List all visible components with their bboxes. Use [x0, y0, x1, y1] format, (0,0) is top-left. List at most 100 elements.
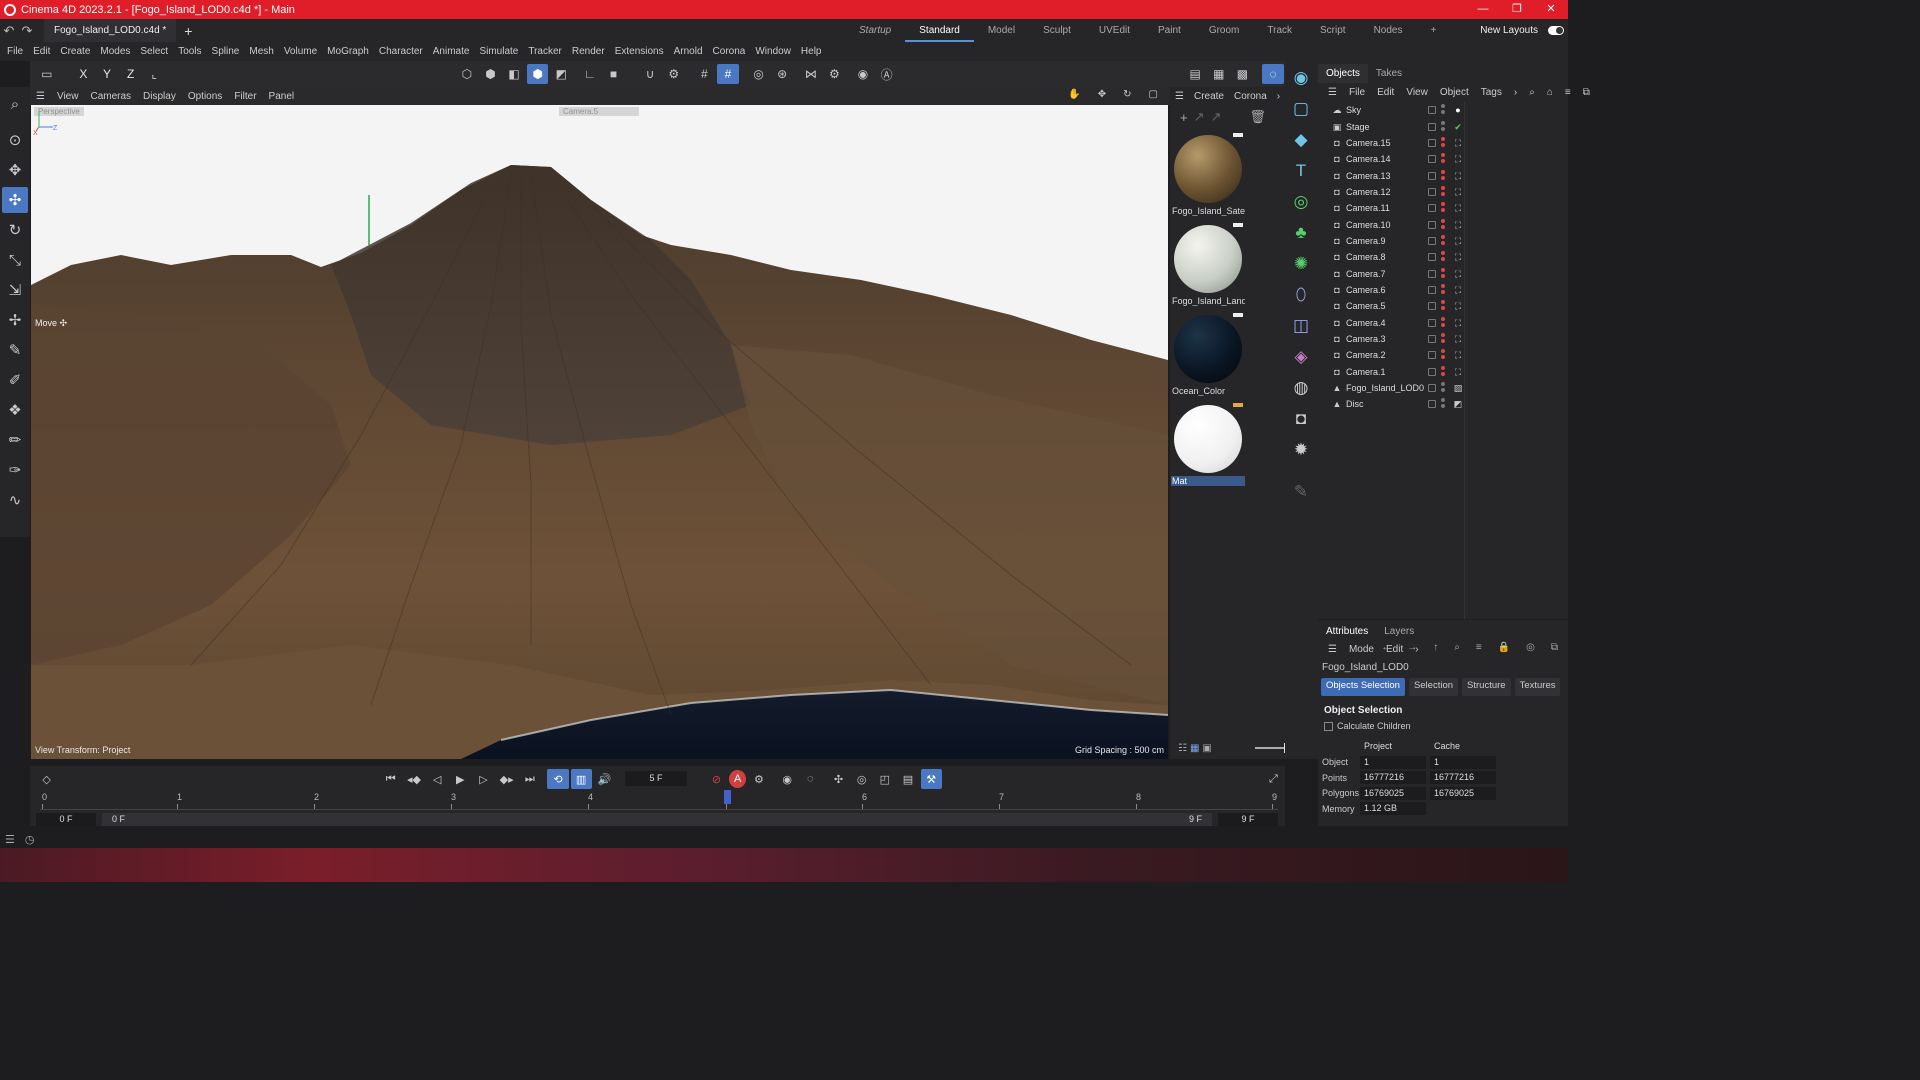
camera-tag-icon[interactable]: ⛶ [1453, 203, 1463, 213]
chevron-right-icon[interactable]: › [1508, 87, 1523, 98]
camera-tag-icon[interactable]: ⛶ [1453, 187, 1463, 197]
timeline-graph-icon[interactable]: ⤢ [1263, 769, 1284, 789]
start-frame-field[interactable]: 0 F [36, 812, 96, 826]
grid-view-icon[interactable]: ▦ [1190, 743, 1199, 754]
play-icon[interactable]: ▶ [450, 769, 471, 789]
visibility-dots-icon[interactable] [1441, 332, 1445, 345]
menu-render[interactable]: Render [567, 46, 610, 57]
end-frame-field[interactable]: 9 F [1218, 812, 1278, 826]
back-arrow-icon[interactable]: ← [1375, 642, 1397, 653]
filter-icon[interactable]: ≡ [1559, 87, 1577, 98]
viewport-menu-cameras[interactable]: Cameras [84, 91, 137, 102]
magnet-icon[interactable]: ∪ [639, 64, 661, 84]
playback-rate-icon[interactable]: ▥ [570, 769, 592, 789]
subdivision-icon[interactable]: ◎ [1287, 188, 1315, 216]
delete-material-icon[interactable]: 🗑 [1249, 109, 1266, 125]
camera-tag-icon[interactable]: ⛶ [1453, 334, 1463, 344]
object-row[interactable]: ◘ Camera.2 ⛶ [1318, 347, 1568, 363]
visibility-dots-icon[interactable] [1441, 365, 1445, 378]
workplane-icon[interactable]: ◎ [748, 64, 770, 84]
environment-icon[interactable]: ◈ [1287, 343, 1315, 371]
menu-tools[interactable]: Tools [173, 46, 206, 57]
camera-object-icon[interactable]: ◘ [1287, 405, 1315, 433]
frame-range-slider[interactable]: 0 F 9 F [102, 812, 1212, 826]
new-document-button[interactable]: + [184, 23, 192, 39]
objects-menu-view[interactable]: View [1400, 87, 1434, 98]
object-row[interactable]: ◘ Camera.10 ⛶ [1318, 216, 1568, 232]
layer-toggle-icon[interactable] [1428, 187, 1436, 196]
calculate-children-checkbox[interactable]: Calculate Children [1318, 716, 1568, 731]
cube-primitive-icon[interactable]: ◆ [1287, 126, 1315, 154]
layer-toggle-icon[interactable] [1428, 285, 1436, 294]
next-key-icon[interactable]: ◆▸ [496, 769, 517, 789]
spline-pen-icon[interactable]: ✎ [2, 337, 28, 363]
polygons-mode-icon[interactable]: ◧ [503, 64, 525, 84]
menu-modes[interactable]: Modes [95, 46, 135, 57]
material-menu-corona[interactable]: Corona [1229, 91, 1272, 102]
subtab-selection[interactable]: Selection [1408, 678, 1459, 696]
edit-icon[interactable]: ✎ [1287, 478, 1315, 506]
objects-menu-edit[interactable]: Edit [1371, 87, 1400, 98]
locked-workplane-icon[interactable]: ⊛ [771, 64, 793, 84]
viewport-solo-icon[interactable]: ◉ [852, 64, 874, 84]
spline-smooth-icon[interactable]: ∿ [2, 487, 28, 513]
previous-key-icon[interactable]: ◂◆ [403, 769, 424, 789]
key-pla-icon[interactable]: ◰ [874, 769, 895, 789]
visibility-dots-icon[interactable] [1441, 398, 1445, 410]
layer-toggle-icon[interactable] [1428, 269, 1436, 278]
points-mode-icon[interactable]: ⬡ [456, 64, 478, 84]
object-row[interactable]: ▣ Stage ✔ [1318, 118, 1568, 134]
redo-icon[interactable]: ↷ [18, 23, 36, 39]
layout-tab-track[interactable]: Track [1253, 19, 1306, 42]
uv-mode-icon[interactable]: ◩ [550, 64, 572, 84]
light-object-icon[interactable]: ✹ [1287, 436, 1315, 464]
menu-mesh[interactable]: Mesh [244, 46, 278, 57]
effector-icon[interactable]: ✺ [1287, 250, 1315, 278]
viewport-menu-view[interactable]: View [51, 91, 85, 102]
camera-tag-icon[interactable]: ⛶ [1453, 252, 1463, 262]
camera-tag-icon[interactable]: ⛶ [1453, 301, 1463, 311]
brush-icon[interactable]: ✏ [2, 427, 28, 453]
menu-extensions[interactable]: Extensions [610, 46, 669, 57]
deformer-icon[interactable]: ⬯ [1287, 281, 1315, 309]
subtab-textures[interactable]: Textures [1514, 678, 1561, 696]
object-row[interactable]: ◘ Camera.9 ⛶ [1318, 233, 1568, 249]
menu-arnold[interactable]: Arnold [669, 46, 708, 57]
material-swatch[interactable]: Mat [1171, 402, 1245, 490]
layer-toggle-icon[interactable] [1428, 122, 1436, 131]
paint-brush-icon[interactable]: ❖ [2, 397, 28, 423]
texture-tag-icon[interactable]: ◩ [1453, 399, 1463, 409]
menu-create[interactable]: Create [55, 46, 95, 57]
list-view-icon[interactable]: ☷ [1178, 743, 1187, 754]
object-row[interactable]: ◘ Camera.15 ⛶ [1318, 135, 1568, 151]
tweak-tool-icon[interactable]: ✥ [2, 157, 28, 183]
large-view-icon[interactable]: ▣ [1202, 743, 1211, 754]
filter-icon[interactable]: ≡ [1470, 642, 1488, 653]
objects-menu-tags[interactable]: Tags [1475, 87, 1508, 98]
layer-toggle-icon[interactable] [1428, 155, 1436, 164]
maximize-view-icon[interactable]: ▢ [1143, 89, 1164, 100]
visibility-dots-icon[interactable] [1441, 283, 1445, 296]
symmetry-settings-icon[interactable]: ⚙ [824, 64, 846, 84]
next-frame-icon[interactable]: ▷ [473, 769, 494, 789]
visibility-dots-icon[interactable] [1441, 267, 1445, 280]
object-row[interactable]: ▲ Fogo_Island_LOD0 ▨ [1318, 380, 1568, 396]
minimize-button[interactable]: — [1466, 0, 1500, 19]
layout-tab-sculpt[interactable]: Sculpt [1029, 19, 1085, 42]
toggle-switch-icon[interactable] [1548, 26, 1564, 35]
document-tab[interactable]: Fogo_Island_LOD0.c4d * [44, 19, 177, 42]
layer-toggle-icon[interactable] [1428, 253, 1436, 262]
object-mode-icon[interactable]: ⬢ [526, 64, 549, 84]
object-row[interactable]: ◘ Camera.13 ⛶ [1318, 167, 1568, 183]
orbit-view-icon[interactable]: ↻ [1117, 89, 1137, 100]
layer-toggle-icon[interactable] [1428, 400, 1436, 409]
visibility-dots-icon[interactable] [1441, 349, 1445, 361]
visibility-dots-icon[interactable] [1441, 153, 1445, 165]
search-icon[interactable]: ⌕ [2, 91, 28, 117]
sky-material-tag-icon[interactable]: ● [1453, 105, 1463, 115]
motion-path-icon[interactable]: ⚒ [920, 769, 942, 789]
tab-objects[interactable]: Objects [1318, 64, 1368, 83]
layer-toggle-icon[interactable] [1428, 106, 1436, 115]
symmetry-icon[interactable]: ⋈ [800, 64, 822, 84]
object-row[interactable]: ◘ Camera.4 ⛶ [1318, 314, 1568, 330]
